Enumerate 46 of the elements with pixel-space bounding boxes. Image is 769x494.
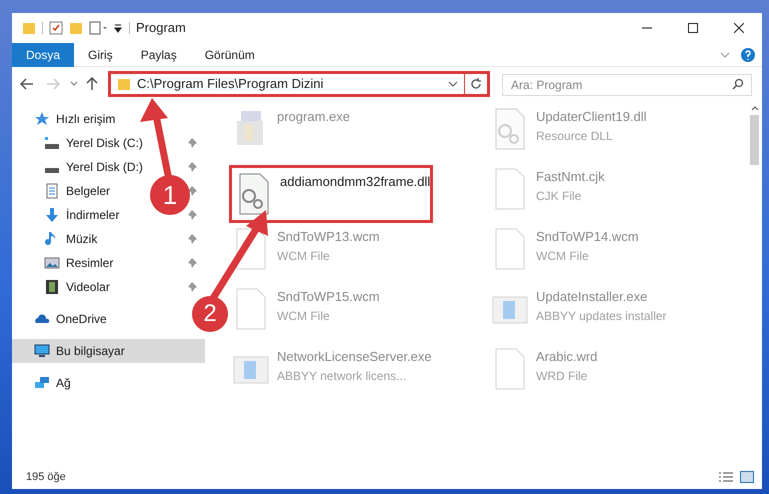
close-icon: [734, 23, 744, 33]
drive-icon: [45, 168, 59, 172]
window-title: Program: [136, 19, 186, 38]
scroll-up-icon: [750, 105, 758, 111]
nav-item[interactable]: Ağ: [34, 374, 71, 392]
nav-item[interactable]: Hızlı erişim: [34, 110, 116, 128]
customize-arrow-icon[interactable]: [113, 23, 123, 33]
nav-item[interactable]: Belgeler: [44, 182, 110, 200]
back-arrow-icon[interactable]: [20, 78, 34, 90]
details-view-icon[interactable]: [718, 471, 734, 483]
nav-item[interactable]: Yerel Disk (C:): [44, 134, 143, 152]
folder-icon: [117, 77, 131, 91]
drive-icon: [45, 137, 59, 149]
file-item[interactable]: addiamondmm32frame.dll: [229, 165, 434, 223]
ribbon-tab[interactable]: Paylaş: [126, 42, 191, 66]
scrollbar-thumb[interactable]: [750, 115, 759, 165]
nav-item[interactable]: Resimler: [44, 254, 114, 272]
download-icon: [44, 207, 60, 223]
search-icon: [732, 78, 744, 90]
address-field[interactable]: C:\Program Files\Program Dizini: [108, 71, 490, 97]
refresh-icon[interactable]: [470, 78, 482, 90]
search-field[interactable]: Ara: Program: [502, 74, 752, 96]
nav-item[interactable]: Videolar: [44, 278, 110, 296]
maximize-icon: [688, 23, 698, 33]
network-icon: [34, 375, 50, 391]
nav-item[interactable]: İndirmeler: [44, 206, 120, 224]
nav-item[interactable]: Yerel Disk (D:): [44, 158, 143, 176]
chevron-down-icon[interactable]: [70, 81, 78, 87]
ribbon-tab[interactable]: Görünüm: [190, 42, 269, 66]
computer-icon: [34, 343, 50, 359]
folder-icon: [22, 21, 36, 35]
document-icon: [44, 183, 60, 199]
ribbon-tab[interactable]: Dosya: [12, 42, 74, 66]
film-icon: [44, 279, 60, 295]
image-icon: [44, 255, 60, 271]
up-arrow-icon[interactable]: [86, 77, 98, 91]
chevron-down-icon[interactable]: [448, 80, 458, 88]
star-icon: [34, 111, 50, 127]
ribbon-tab[interactable]: Giriş: [74, 42, 127, 66]
properties-icon[interactable]: [49, 21, 63, 35]
nav-item[interactable]: Müzik: [44, 230, 98, 248]
help-icon[interactable]: [740, 46, 756, 62]
item-count: 195 öğe: [26, 470, 67, 485]
thumbnail-view-icon[interactable]: [740, 471, 754, 483]
view-options-icon[interactable]: [89, 21, 109, 35]
nav-item[interactable]: OneDrive: [34, 310, 107, 328]
